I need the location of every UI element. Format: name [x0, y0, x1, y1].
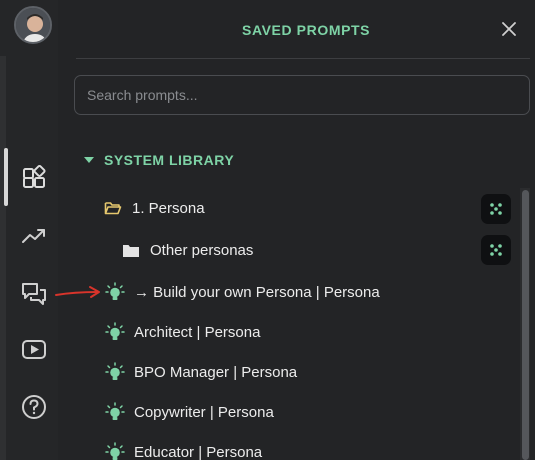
- video-icon[interactable]: [20, 336, 48, 364]
- library-section-header[interactable]: SYSTEM LIBRARY: [84, 152, 234, 168]
- trending-icon[interactable]: [20, 222, 48, 250]
- page-title: SAVED PROMPTS: [242, 22, 371, 38]
- prompt-label: Architect | Persona: [134, 323, 261, 341]
- folder-open-icon: [102, 198, 124, 218]
- prompt-label: → Build your own Persona | Persona: [134, 283, 380, 301]
- prompt-item[interactable]: Educator | Persona: [104, 442, 262, 460]
- lightbulb-icon: [104, 442, 126, 460]
- lightbulb-icon: [104, 282, 126, 302]
- prompts-icon[interactable]: [20, 164, 48, 192]
- folder-label: Other personas: [150, 241, 254, 259]
- rail-active-indicator: [4, 148, 8, 206]
- folder-label: 1. Persona: [132, 199, 205, 217]
- prompt-item[interactable]: Copywriter | Persona: [104, 402, 274, 422]
- prompt-label: Copywriter | Persona: [134, 403, 274, 421]
- prompt-item[interactable]: → Build your own Persona | Persona: [104, 282, 380, 302]
- chat-icon[interactable]: [20, 280, 48, 308]
- folder-row-persona[interactable]: 1. Persona: [102, 198, 205, 218]
- close-icon[interactable]: [498, 18, 520, 40]
- header-divider: [76, 58, 530, 59]
- scrollbar-thumb[interactable]: [522, 190, 529, 460]
- folder-icon: [120, 240, 142, 260]
- lightbulb-icon: [104, 362, 126, 382]
- prompt-label: Educator | Persona: [134, 443, 263, 460]
- folder-menu-icon[interactable]: [481, 194, 511, 224]
- prompt-item[interactable]: Architect | Persona: [104, 322, 260, 342]
- folder-row-other-personas[interactable]: Other personas: [120, 240, 253, 260]
- subfolder-menu-icon[interactable]: [481, 235, 511, 265]
- annotation-arrow-icon: [55, 286, 100, 298]
- caret-down-icon: [84, 157, 94, 163]
- avatar[interactable]: [14, 6, 52, 44]
- library-title: SYSTEM LIBRARY: [104, 152, 235, 168]
- rail-divider: [0, 56, 6, 460]
- help-icon[interactable]: [20, 393, 48, 421]
- prompt-item[interactable]: BPO Manager | Persona: [104, 362, 297, 382]
- search-input[interactable]: [74, 75, 530, 115]
- lightbulb-icon: [104, 322, 126, 342]
- lightbulb-icon: [104, 402, 126, 422]
- prompt-label: BPO Manager | Persona: [134, 363, 298, 381]
